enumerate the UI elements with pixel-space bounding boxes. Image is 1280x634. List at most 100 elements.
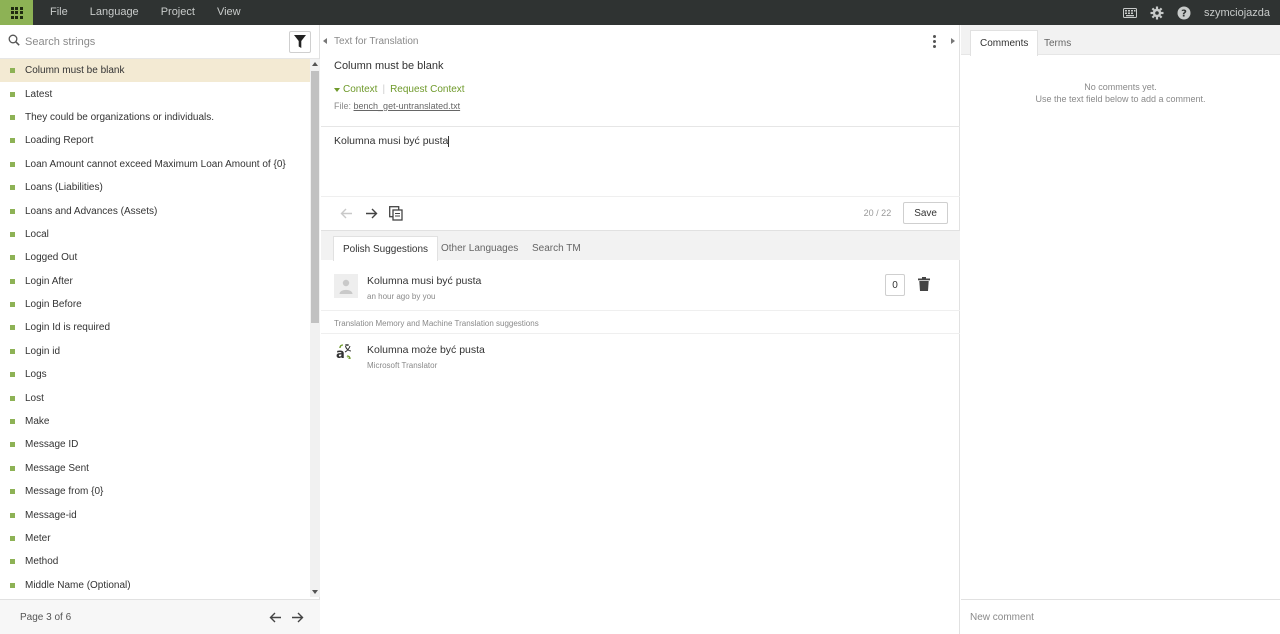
status-dot-icon [10,302,15,308]
list-item[interactable]: Make [0,410,310,433]
list-item[interactable]: Message from {0} [0,480,310,503]
tab-terms[interactable]: Terms [1035,30,1080,56]
list-item[interactable]: Middle Name (Optional) [0,574,310,597]
list-item-label: Latest [25,88,53,100]
list-item[interactable]: Column must be blank [0,59,310,83]
list-item[interactable]: They could be organizations or individua… [0,106,310,129]
no-comments-message: No comments yet. Use the text field belo… [961,81,1280,105]
menu-view[interactable]: View [206,0,252,25]
scrollbar-thumb[interactable] [311,71,319,323]
list-item[interactable]: Local [0,223,310,246]
tab-search-tm[interactable]: Search TM [523,236,590,261]
context-toggle[interactable]: Context [343,84,377,95]
menu-project[interactable]: Project [150,0,206,25]
apps-menu-button[interactable] [0,0,33,25]
suggestion-meta: an hour ago by you [367,292,436,301]
editor-toolbar: 20 / 22 Save [321,197,960,229]
status-dot-icon [10,185,15,191]
previous-arrow-icon[interactable] [338,205,354,221]
copy-source-icon[interactable] [388,205,404,221]
translation-editor[interactable]: Kolumna musi być pusta [334,135,450,147]
divider [321,310,960,311]
list-item-label: They could be organizations or individua… [25,111,214,123]
list-item[interactable]: Message-id [0,503,310,526]
source-header: Text for Translation [334,36,419,47]
no-comments-line2: Use the text field below to add a commen… [1035,94,1206,104]
scroll-down-arrow-icon[interactable] [312,590,318,594]
save-button[interactable]: Save [903,202,948,224]
list-item[interactable]: Latest [0,82,310,105]
help-icon[interactable]: ? [1177,5,1192,20]
list-item[interactable]: Logged Out [0,246,310,269]
list-item[interactable]: Loading Report [0,129,310,152]
status-dot-icon [10,395,15,401]
list-item[interactable]: Login After [0,270,310,293]
next-arrow-icon[interactable] [363,205,379,221]
file-link[interactable]: bench_get-untranslated.txt [354,101,461,111]
gear-icon[interactable] [1150,5,1165,20]
file-row: File: bench_get-untranslated.txt [334,101,460,111]
own-suggestion[interactable]: Kolumna musi być pusta an hour ago by yo… [321,274,960,304]
list-item[interactable]: Login Id is required [0,316,310,339]
suggestion-text: Kolumna musi być pusta [367,275,482,287]
list-item[interactable]: Loans and Advances (Assets) [0,199,310,222]
search-row [0,25,319,59]
username[interactable]: szymciojazda [1204,7,1270,19]
status-dot-icon [10,255,15,261]
avatar [334,274,358,298]
new-comment-input[interactable] [970,611,1260,623]
status-dot-icon [10,91,15,97]
more-options-icon[interactable] [933,35,937,48]
list-item-label: Message from {0} [25,486,104,498]
status-dot-icon [10,465,15,471]
list-item[interactable]: Lost [0,386,310,409]
prev-page-arrow-icon[interactable] [268,610,282,624]
menu-language[interactable]: Language [79,0,150,25]
list-item[interactable]: Message ID [0,433,310,456]
search-input[interactable] [25,35,289,48]
collapse-left-panel-icon[interactable] [323,38,327,44]
filter-button[interactable] [289,30,311,53]
caret-down-icon [334,87,340,92]
vote-count[interactable]: 0 [885,274,905,296]
list-item[interactable]: Logs [0,363,310,386]
list-item[interactable]: Loans (Liabilities) [0,176,310,199]
collapse-right-panel-icon[interactable] [951,38,955,44]
strings-panel: Column must be blank Latest They could be … [0,25,320,634]
list-item[interactable]: Message Sent [0,457,310,480]
request-context-link[interactable]: Request Context [390,84,465,95]
list-item-label: Loans and Advances (Assets) [25,205,158,217]
mt-suggestion[interactable]: a Kolumna może być pusta Microsoft Trans… [321,343,960,373]
keyboard-icon[interactable] [1123,5,1138,20]
list-item-label: Login After [25,275,73,287]
list-item[interactable]: Meter [0,527,310,550]
list-item[interactable]: Login id [0,340,310,363]
list-item-label: Make [25,416,50,428]
menu-file[interactable]: File [39,0,79,25]
list-item-label: Method [25,556,59,568]
list-item-label: Message Sent [25,462,89,474]
status-dot-icon [10,278,15,284]
search-icon [8,34,20,49]
apps-grid-icon [10,6,23,19]
comments-panel: Comments Terms No comments yet. Use the … [961,25,1280,634]
tab-comments[interactable]: Comments [970,30,1039,56]
list-item-label: Local [25,228,49,240]
list-item[interactable]: Login Before [0,293,310,316]
trash-icon[interactable] [918,277,930,292]
page-info: Page 3 of 6 [20,611,72,623]
status-dot-icon [10,348,15,354]
list-item[interactable]: Method [0,550,310,573]
suggestions-tabs: Polish Suggestions Other Languages Searc… [321,230,960,261]
strings-scrollbar[interactable] [310,59,320,597]
comment-box [961,599,1280,634]
tab-polish-suggestions[interactable]: Polish Suggestions [333,236,439,261]
main-menu: File Language Project View [39,0,252,25]
status-dot-icon [10,231,15,237]
next-page-arrow-icon[interactable] [290,610,304,624]
filter-icon [294,35,306,48]
scroll-up-arrow-icon[interactable] [312,62,318,66]
list-item[interactable]: Loan Amount cannot exceed Maximum Loan A… [0,153,310,176]
list-item-label: Lost [25,392,44,404]
tab-other-languages[interactable]: Other Languages [432,236,527,261]
